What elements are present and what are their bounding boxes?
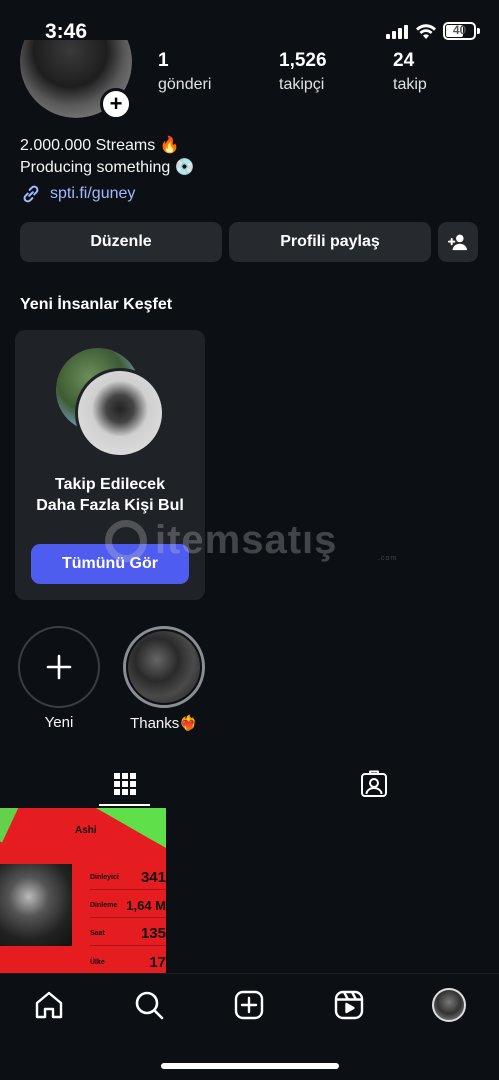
battery-nub	[477, 28, 480, 34]
profile-bio: 2.000.000 Streams 🔥 Producing something …	[20, 135, 195, 179]
post-row-value: 135	[140, 925, 166, 942]
discover-card-line2: Daha Fazla Kişi Bul	[36, 497, 184, 514]
nav-search[interactable]	[132, 988, 166, 1022]
stat-followers-label: takipçi	[279, 76, 325, 93]
wifi-icon	[416, 24, 436, 39]
link-icon	[23, 185, 39, 203]
add-story-button[interactable]: +	[100, 88, 132, 120]
nav-reels[interactable]	[332, 988, 366, 1022]
highlight-thanks-thumb	[128, 631, 200, 703]
tab-posts-grid[interactable]	[0, 760, 250, 808]
highlight-thanks[interactable]: Thanks❤️‍🔥	[123, 626, 205, 732]
post-row: Saat 135	[90, 922, 166, 946]
post-row: Dinleme 1,64 M	[90, 894, 166, 918]
battery-icon: 40	[443, 22, 476, 40]
grid-icon	[114, 773, 136, 795]
discover-card-text: Takip Edilecek Daha Fazla Kişi Bul	[15, 474, 205, 516]
post-decoration-left	[0, 808, 20, 843]
nav-profile[interactable]	[432, 988, 466, 1022]
post-decoration-right	[96, 808, 166, 848]
post-row-label: Saat	[90, 930, 105, 937]
home-icon	[35, 991, 63, 1019]
post-thumbnail[interactable]: Ashi Dinleyici 341 Dinleme 1,64 M Saat 1…	[0, 808, 166, 973]
post-row-value: 17	[149, 953, 166, 971]
reels-icon	[334, 990, 364, 1020]
post-row-value: 341	[140, 869, 166, 886]
post-row-label: Ülke	[90, 958, 105, 966]
active-tab-indicator	[99, 804, 150, 806]
discover-card-line1: Takip Edilecek	[55, 476, 165, 493]
tab-tagged[interactable]	[249, 760, 499, 808]
highlight-thanks-circle	[123, 626, 205, 708]
bio-line-1: 2.000.000 Streams 🔥	[20, 137, 180, 154]
battery-level: 40	[452, 23, 467, 37]
watermark: itemsatış	[105, 518, 337, 563]
profile-avatar-icon	[432, 988, 466, 1022]
tagged-icon	[361, 770, 387, 797]
edit-profile-button[interactable]: Düzenle	[20, 222, 222, 262]
plus-square-icon	[234, 990, 264, 1020]
post-photo	[0, 864, 72, 946]
stat-followers[interactable]: 1,526 takipçi	[279, 50, 327, 94]
profile-link[interactable]: spti.fi/guney	[20, 183, 135, 205]
watermark-sub: .com	[378, 555, 398, 562]
share-profile-button[interactable]: Profili paylaş	[229, 222, 431, 262]
search-icon	[135, 991, 164, 1020]
stat-posts[interactable]: 1 gönderi	[158, 50, 211, 94]
stat-followers-value: 1,526	[279, 50, 327, 71]
highlight-new-label: Yeni	[44, 714, 74, 731]
post-row-label: Dinleme	[90, 902, 118, 909]
nav-home[interactable]	[32, 988, 66, 1022]
add-person-icon	[448, 234, 467, 251]
stat-following-value: 24	[393, 50, 415, 71]
link-text: spti.fi/guney	[50, 185, 136, 202]
post-row: Dinleyici 341	[90, 866, 166, 890]
stat-posts-label: gönderi	[158, 76, 212, 93]
post-row-value: 1,64 M	[126, 898, 166, 913]
highlight-new-circle	[18, 626, 100, 708]
post-title: Ashi	[75, 825, 97, 836]
plus-icon	[46, 654, 72, 680]
cellular-signal-icon	[386, 25, 408, 39]
discover-people-button[interactable]	[438, 222, 478, 262]
bio-line-2: Producing something 💿	[20, 159, 195, 176]
post-row-label: Dinleyici	[90, 874, 119, 881]
post-row: Ülke 17	[90, 950, 166, 973]
nav-create[interactable]	[232, 988, 266, 1022]
home-indicator	[161, 1063, 339, 1069]
highlight-new[interactable]: Yeni	[18, 626, 100, 731]
highlight-thanks-label: Thanks❤️‍🔥	[130, 715, 198, 732]
watermark-logo-icon	[105, 519, 147, 562]
stat-posts-value: 1	[158, 50, 169, 71]
stat-following[interactable]: 24 takip	[393, 50, 427, 94]
discover-title: Yeni İnsanlar Keşfet	[20, 296, 173, 313]
stat-following-label: takip	[393, 76, 427, 93]
watermark-brand: itemsatış	[155, 518, 338, 562]
suggested-avatar-front	[75, 368, 165, 458]
